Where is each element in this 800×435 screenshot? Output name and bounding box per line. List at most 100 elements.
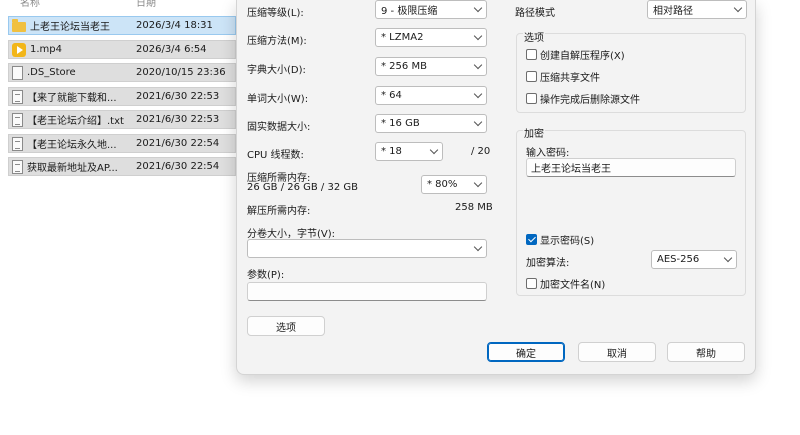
chevron-down-icon — [473, 3, 483, 13]
mem-decompress-value: 258 MB — [455, 202, 493, 213]
file-row[interactable]: 【老王论坛介绍】.txt 2021/6/30 22:53 — [8, 110, 236, 129]
mem-compress-detail: 26 GB / 26 GB / 32 GB — [247, 182, 358, 193]
dictionary-size-select[interactable]: * 256 MB — [375, 57, 487, 76]
add-to-archive-dialog: 压缩等级(L): 9 - 极限压缩 压缩方法(M): * LZMA2 字典大小(… — [236, 0, 756, 375]
solid-block-select[interactable]: * 16 GB — [375, 114, 487, 133]
password-value: 上老王论坛当老王 — [531, 164, 611, 175]
word-size-label: 单词大小(W): — [247, 94, 309, 105]
path-mode-value: 相对路径 — [653, 6, 693, 17]
file-date: 2021/6/30 22:54 — [136, 138, 220, 149]
file-row[interactable]: 1.mp4 2026/3/4 6:54 — [8, 40, 236, 59]
file-row[interactable]: .DS_Store 2020/10/15 23:36 — [8, 63, 236, 82]
text-file-icon — [12, 136, 23, 151]
cancel-button[interactable]: 取消 — [578, 342, 656, 362]
options-button[interactable]: 选项 — [247, 316, 325, 336]
path-mode-select[interactable]: 相对路径 — [647, 0, 747, 19]
file-name: 【老王论坛介绍】.txt — [27, 116, 124, 127]
shared-files-label: 压缩共享文件 — [540, 73, 600, 84]
chevron-down-icon — [473, 178, 483, 188]
shared-files-checkbox[interactable]: 压缩共享文件 — [526, 69, 600, 84]
params-input[interactable] — [247, 282, 487, 301]
column-header-date[interactable]: 日期 — [136, 0, 156, 9]
volume-size-select[interactable] — [247, 239, 487, 258]
compression-method-value: * LZMA2 — [381, 32, 424, 43]
sfx-label: 创建自解压程序(X) — [540, 51, 625, 62]
encrypt-filenames-checkbox[interactable]: 加密文件名(N) — [526, 276, 605, 291]
file-name: .DS_Store — [27, 67, 76, 78]
checkbox-icon — [526, 49, 537, 60]
compression-method-select[interactable]: * LZMA2 — [375, 28, 487, 47]
chevron-down-icon — [473, 60, 483, 70]
mem-compress-value: * 80% — [427, 179, 458, 190]
checkbox-icon — [526, 71, 537, 82]
dictionary-size-label: 字典大小(D): — [247, 65, 306, 76]
help-button[interactable]: 帮助 — [667, 342, 745, 362]
cpu-threads-select[interactable]: * 18 — [375, 142, 443, 161]
cpu-threads-value: * 18 — [381, 146, 402, 157]
file-date: 2021/6/30 22:53 — [136, 114, 220, 125]
checkbox-icon — [526, 278, 537, 289]
file-row[interactable]: 上老王论坛当老王 2026/3/4 18:31 — [8, 16, 236, 35]
folder-icon — [12, 18, 26, 32]
checkbox-icon — [526, 93, 537, 104]
chevron-down-icon — [473, 89, 483, 99]
chevron-down-icon — [429, 145, 439, 155]
compression-level-select[interactable]: 9 - 极限压缩 — [375, 0, 487, 19]
chevron-down-icon — [723, 253, 733, 263]
compression-method-label: 压缩方法(M): — [247, 36, 307, 47]
encrypt-filenames-label: 加密文件名(N) — [540, 280, 606, 291]
params-label: 参数(P): — [247, 270, 285, 281]
file-row[interactable]: 获取最新地址及AP... 2021/6/30 22:54 — [8, 157, 236, 176]
password-label: 输入密码: — [526, 148, 570, 159]
file-icon — [12, 65, 23, 80]
text-file-icon — [12, 89, 23, 104]
compression-level-label: 压缩等级(L): — [247, 8, 304, 19]
delete-after-checkbox[interactable]: 操作完成后删除源文件 — [526, 91, 640, 106]
checkbox-checked-icon — [526, 234, 537, 245]
file-name: 【来了就能下载和... — [27, 93, 117, 104]
chevron-down-icon — [473, 117, 483, 127]
delete-after-label: 操作完成后删除源文件 — [540, 95, 640, 106]
cpu-threads-label: CPU 线程数: — [247, 150, 304, 161]
options-group-title: 选项 — [523, 29, 545, 44]
solid-block-label: 固实数据大小: — [247, 122, 311, 133]
encrypt-method-label: 加密算法: — [526, 258, 570, 269]
encrypt-method-select[interactable]: AES-256 — [651, 250, 737, 269]
file-date: 2021/6/30 22:53 — [136, 91, 220, 102]
mem-decompress-label: 解压所需内存: — [247, 206, 311, 217]
ok-button[interactable]: 确定 — [487, 342, 565, 362]
path-mode-label: 路径模式 — [515, 8, 555, 19]
file-name: 1.mp4 — [30, 44, 62, 55]
sfx-checkbox[interactable]: 创建自解压程序(X) — [526, 47, 625, 62]
encrypt-method-value: AES-256 — [657, 254, 700, 265]
file-name: 【老王论坛永久地... — [27, 140, 117, 151]
file-date: 2021/6/30 22:54 — [136, 161, 220, 172]
chevron-down-icon — [473, 242, 483, 252]
word-size-select[interactable]: * 64 — [375, 86, 487, 105]
media-file-icon — [12, 42, 26, 57]
text-file-icon — [12, 112, 23, 127]
file-row[interactable]: 【来了就能下载和... 2021/6/30 22:53 — [8, 87, 236, 106]
cpu-threads-max: / 20 — [471, 146, 491, 157]
volume-size-label: 分卷大小，字节(V): — [247, 229, 336, 240]
word-size-value: * 64 — [381, 90, 402, 101]
password-input[interactable]: 上老王论坛当老王 — [526, 158, 736, 177]
encryption-group-title: 加密 — [523, 125, 545, 140]
file-date: 2026/3/4 6:54 — [136, 44, 207, 55]
mem-compress-select[interactable]: * 80% — [421, 175, 487, 194]
file-date: 2020/10/15 23:36 — [136, 67, 226, 78]
solid-block-value: * 16 GB — [381, 118, 420, 129]
show-password-label: 显示密码(S) — [540, 236, 595, 247]
file-name: 获取最新地址及AP... — [27, 163, 118, 174]
file-row[interactable]: 【老王论坛永久地... 2021/6/30 22:54 — [8, 134, 236, 153]
compression-level-value: 9 - 极限压缩 — [381, 6, 438, 17]
column-header-name[interactable]: 名称 — [20, 0, 40, 9]
text-file-icon — [12, 159, 23, 174]
chevron-down-icon — [733, 3, 743, 13]
show-password-checkbox[interactable]: 显示密码(S) — [526, 232, 594, 247]
file-date: 2026/3/4 18:31 — [136, 20, 213, 31]
dictionary-size-value: * 256 MB — [381, 61, 427, 72]
file-name: 上老王论坛当老王 — [30, 22, 110, 33]
file-list: 名称 日期 上老王论坛当老王 2026/3/4 18:31 1.mp4 2026… — [0, 0, 236, 435]
chevron-down-icon — [473, 31, 483, 41]
